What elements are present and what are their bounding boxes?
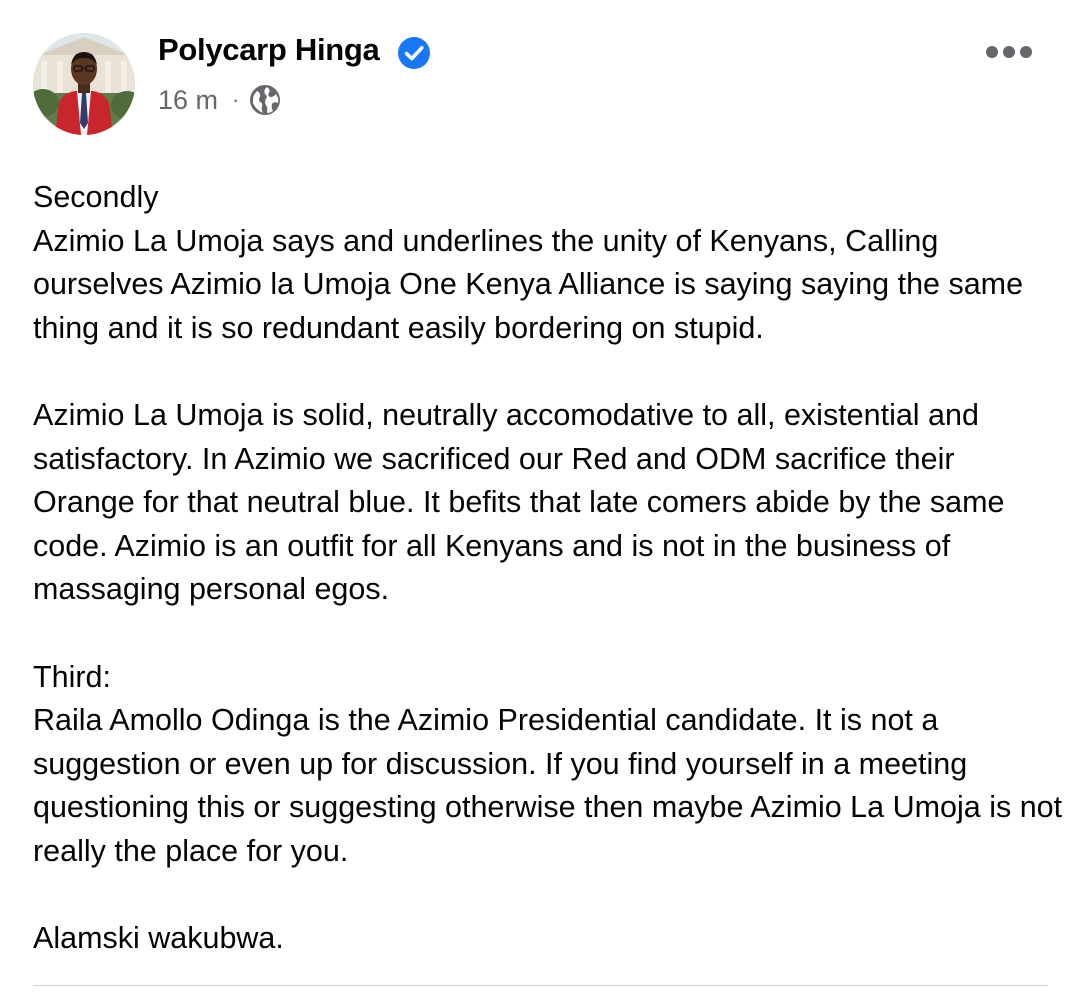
verified-badge-icon [398, 37, 430, 69]
globe-icon[interactable] [249, 84, 281, 116]
author-avatar[interactable] [33, 33, 135, 135]
profile-photo [33, 33, 135, 135]
post-meta: 16 m · [158, 83, 281, 117]
post-header: Polycarp Hinga 16 m · [0, 0, 1080, 150]
author-name[interactable]: Polycarp Hinga [158, 32, 380, 68]
post-timestamp[interactable]: 16 m [158, 85, 218, 116]
more-options-icon[interactable] [984, 40, 1034, 64]
post-body-text: Secondly Azimio La Umoja says and underl… [33, 180, 1063, 956]
post-divider [33, 985, 1048, 986]
facebook-post: Polycarp Hinga 16 m · Secondly Azimio La… [0, 0, 1080, 1006]
meta-separator: · [232, 87, 240, 112]
